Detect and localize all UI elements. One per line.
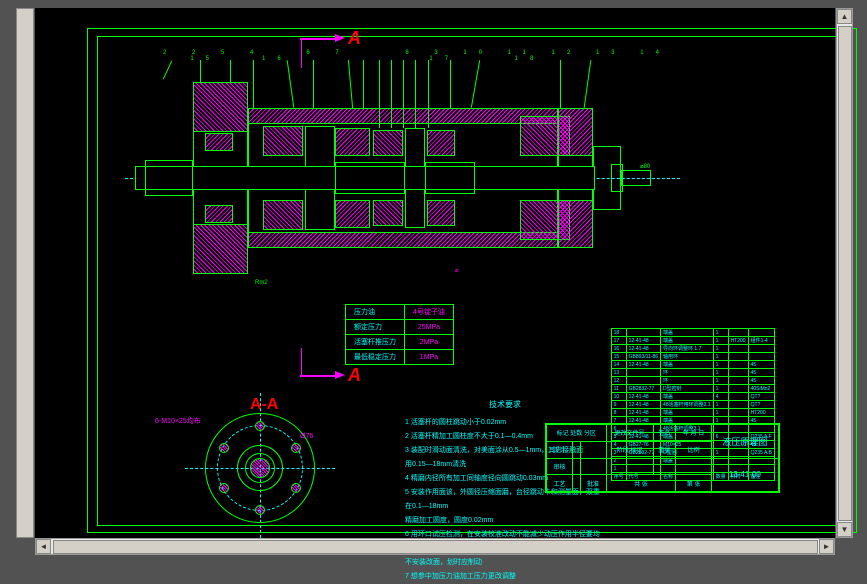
notes-title: 技术要求 bbox=[405, 398, 605, 412]
vertical-ruler bbox=[16, 8, 34, 538]
drawing-title-block: 标记 处数 分区 更改文件号 签名 年 月 日 液压原理图 设计 阶段:标记 重… bbox=[545, 423, 780, 493]
scroll-right-button[interactable]: ► bbox=[819, 539, 834, 554]
vertical-scrollbar[interactable]: ▲ ▼ bbox=[836, 8, 853, 538]
balloon-row: 2 2 5 4 6 7 8 3 10 11 12 13 14 15 16 17 … bbox=[163, 50, 835, 62]
param-value: 25MPa bbox=[405, 320, 454, 335]
section-line-top bbox=[301, 38, 302, 68]
section-marker-top: A bbox=[348, 28, 361, 49]
bolt-spec-label: 6-M10×25均布 bbox=[155, 416, 201, 426]
param-label: 最低稳定压力 bbox=[346, 350, 405, 365]
scroll-down-button[interactable]: ▼ bbox=[837, 522, 852, 537]
param-label: 活塞杆推压力 bbox=[346, 335, 405, 350]
scroll-up-button[interactable]: ▲ bbox=[837, 9, 852, 24]
drawing-number: 13-41-00 bbox=[711, 458, 778, 492]
vertical-scroll-thumb[interactable] bbox=[838, 26, 852, 521]
parameter-table: 压力油4号锭子油 额定压力25MPa 活塞杆推压力2MPa 最低稳定压力1MPa bbox=[345, 304, 454, 365]
section-line-bottom bbox=[301, 348, 302, 376]
note-line: 不安装改面，划时应制动 bbox=[405, 556, 605, 570]
param-label: 额定压力 bbox=[346, 320, 405, 335]
horizontal-scrollbar[interactable]: ◄ ► bbox=[35, 538, 835, 555]
section-arrow-head-top bbox=[335, 34, 345, 42]
horizontal-scroll-thumb[interactable] bbox=[53, 540, 818, 554]
scroll-left-button[interactable]: ◄ bbox=[36, 539, 51, 554]
section-arrow-line-top bbox=[300, 38, 335, 40]
param-value: 4号锭子油 bbox=[405, 305, 454, 320]
note-line: 精磨加工圆度，圆度0.02mm bbox=[405, 514, 605, 528]
param-value: 2MPa bbox=[405, 335, 454, 350]
section-arrow-line-bottom bbox=[300, 375, 335, 377]
main-assembly-view: Rm2 ⌀ ⌀80 bbox=[135, 68, 665, 278]
param-label: 压力油 bbox=[346, 305, 405, 320]
note-line: 7 想参中加压力油加工压力更改调整 bbox=[405, 570, 605, 584]
section-marker-bottom: A bbox=[348, 365, 361, 386]
section-arrow-head-bottom bbox=[335, 371, 345, 379]
drawing-name: 液压原理图 bbox=[711, 425, 778, 459]
cad-canvas[interactable]: A 2 2 5 4 6 7 8 3 10 11 12 13 14 15 16 1… bbox=[35, 8, 835, 538]
flange-diameter-label: Ø76 bbox=[300, 433, 313, 440]
flange-section-view bbox=[195, 403, 325, 533]
param-value: 1MPa bbox=[405, 350, 454, 365]
